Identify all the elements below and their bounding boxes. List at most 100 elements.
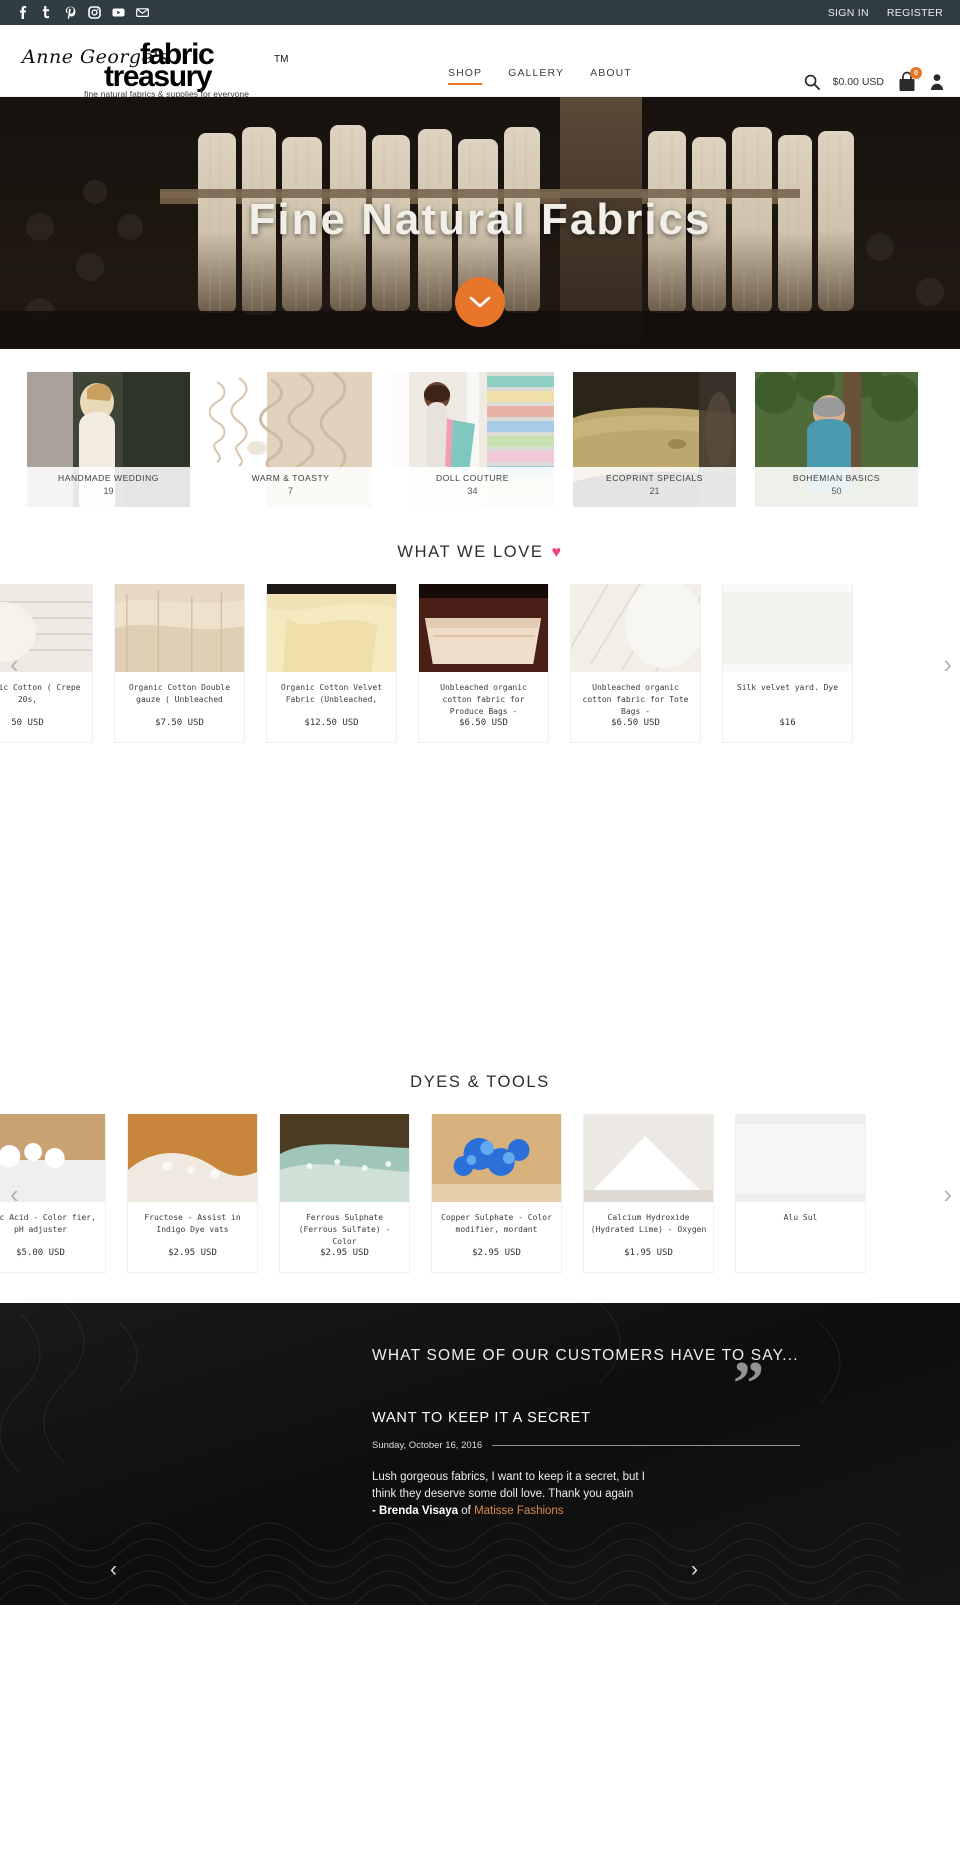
hero-title: Fine Natural Fabrics [248, 195, 712, 244]
carousel-track: aric Acid - Color fier, pH adjuster $5.0… [0, 1114, 960, 1273]
product-price: $16 [779, 718, 796, 728]
product-name: Organic Cotton Double gauze ( Unbleached [128, 683, 231, 704]
category-count: 19 [103, 486, 114, 496]
cart-button[interactable]: 0 [897, 67, 922, 93]
twitter-icon[interactable] [40, 6, 53, 19]
product-price: $7.50 USD [155, 718, 204, 728]
category-label: DOLL COUTURE 34 [391, 467, 554, 507]
product-card[interactable]: Alu Sul [735, 1114, 866, 1273]
category-tile-ecoprint-specials[interactable]: ECOPRINT SPECIALS 21 [573, 372, 736, 507]
quote-mark-icon: ” [733, 1350, 764, 1418]
product-image [432, 1114, 561, 1202]
what-we-love-carousel: ‹ › Organic Cotton ( Crepe 20s, 50 USD [0, 584, 960, 743]
product-name: Unbleached organic cotton fabric for Tot… [582, 683, 689, 716]
social-links [16, 6, 149, 19]
sign-in-link[interactable]: SIGN IN [828, 7, 869, 19]
logo-word-treasury: treasury [104, 60, 213, 93]
product-card[interactable]: Unbleached organic cotton fabric for Tot… [570, 584, 701, 743]
register-link[interactable]: REGISTER [887, 7, 943, 19]
product-image [280, 1114, 409, 1202]
category-label: WARM & TOASTY 7 [209, 467, 372, 507]
scroll-down-button[interactable] [455, 277, 505, 327]
carousel-prev-button[interactable]: ‹ [10, 1180, 26, 1208]
testimonials-heading: WHAT SOME OF OUR CUSTOMERS HAVE TO SAY..… [372, 1347, 799, 1364]
category-name: HANDMADE WEDDING [58, 473, 159, 483]
testimonial-next-button[interactable]: › [691, 1558, 698, 1582]
category-label: BOHEMIAN BASICS 50 [755, 467, 918, 507]
category-count: 50 [831, 486, 842, 496]
cart-total: $0.00 USD [832, 76, 884, 88]
product-card[interactable]: Calcium Hydroxide (Hydrated Lime) - Oxyg… [583, 1114, 714, 1273]
testimonial-company-link[interactable]: Matisse Fashions [474, 1505, 563, 1517]
testimonial-date: Sunday, October 16, 2016 [372, 1440, 483, 1451]
product-image [584, 1114, 713, 1202]
product-name: Unbleached organic cotton fabric for Pro… [440, 683, 527, 716]
testimonial-author-join: of [458, 1505, 475, 1517]
product-price: $12.50 USD [304, 718, 359, 728]
product-price: 50 USD [11, 718, 44, 728]
product-card[interactable]: Fructose - Assist in Indigo Dye vats $2.… [127, 1114, 258, 1273]
product-card[interactable]: Ferrous Sulphate (Ferrous Sulfate) - Col… [279, 1114, 410, 1273]
facebook-icon[interactable] [16, 6, 29, 19]
hero-banner: Fine Natural Fabrics [0, 97, 960, 349]
product-card[interactable]: Unbleached organic cotton fabric for Pro… [418, 584, 549, 743]
nav-item-about[interactable]: ABOUT [590, 67, 632, 85]
dateline-rule [492, 1445, 800, 1446]
category-name: DOLL COUTURE [436, 473, 509, 483]
category-label: HANDMADE WEDDING 19 [27, 467, 190, 507]
product-image [736, 1114, 865, 1202]
site-logo[interactable]: Anne George's fabric treasury TM fine na… [16, 29, 316, 100]
product-price: $6.50 USD [611, 718, 660, 728]
product-name: Calcium Hydroxide (Hydrated Lime) - Oxyg… [590, 1213, 707, 1234]
product-price: $6.50 USD [459, 718, 508, 728]
category-tiles: HANDMADE WEDDING 19 WARM & TOASTY 7 DOLL… [0, 349, 960, 507]
testimonials-section: WHAT SOME OF OUR CUSTOMERS HAVE TO SAY..… [0, 1303, 960, 1605]
product-card[interactable]: Copper Sulphate - Color modifier, mordan… [431, 1114, 562, 1273]
product-price: $1.95 USD [624, 1248, 673, 1258]
what-we-love-section: WHAT WE LOVE ♥ ‹ › Organic Cotton ( Crepe… [0, 543, 960, 743]
category-count: 34 [467, 486, 478, 496]
product-price: $5.00 USD [16, 1248, 65, 1258]
youtube-icon[interactable] [112, 6, 125, 19]
product-price: $2.95 USD [472, 1248, 521, 1258]
carousel-prev-button[interactable]: ‹ [10, 650, 26, 678]
category-label: ECOPRINT SPECIALS 21 [573, 467, 736, 507]
search-icon[interactable] [804, 74, 820, 90]
testimonial-title: WANT TO KEEP IT A SECRET [372, 1410, 591, 1426]
testimonials-content: WHAT SOME OF OUR CUSTOMERS HAVE TO SAY..… [0, 1303, 960, 1520]
product-name: Fructose - Assist in Indigo Dye vats [144, 1213, 241, 1234]
section-title-what-we-love: WHAT WE LOVE ♥ [0, 543, 960, 562]
category-tile-handmade-wedding[interactable]: HANDMADE WEDDING 19 [27, 372, 190, 507]
testimonial-prev-button[interactable]: ‹ [110, 1558, 117, 1582]
product-price: $2.95 USD [168, 1248, 217, 1258]
product-price: $2.95 USD [320, 1248, 369, 1258]
carousel-next-button[interactable]: › [936, 1180, 952, 1208]
site-header: Anne George's fabric treasury TM fine na… [0, 25, 960, 100]
testimonial-author: - Brenda Visaya [372, 1505, 459, 1517]
instagram-icon[interactable] [88, 6, 101, 19]
carousel-next-button[interactable]: › [936, 650, 952, 678]
product-card[interactable]: Organic Cotton Double gauze ( Unbleached… [114, 584, 245, 743]
nav-item-gallery[interactable]: GALLERY [508, 67, 564, 85]
testimonial-text: Lush gorgeous fabrics, I want to keep it… [372, 1471, 645, 1500]
account-icon[interactable] [930, 73, 944, 91]
category-count: 21 [649, 486, 660, 496]
nav-item-shop[interactable]: SHOP [448, 67, 483, 85]
category-tile-doll-couture[interactable]: DOLL COUTURE 34 [391, 372, 554, 507]
email-icon[interactable] [136, 6, 149, 19]
product-image [267, 584, 396, 672]
header-tools: $0.00 USD 0 [804, 67, 944, 93]
product-card[interactable]: Organic Cotton Velvet Fabric (Unbleached… [266, 584, 397, 743]
pinterest-icon[interactable] [64, 6, 77, 19]
product-name: Ferrous Sulphate (Ferrous Sulfate) - Col… [298, 1213, 391, 1246]
category-tile-warm-toasty[interactable]: WARM & TOASTY 7 [209, 372, 372, 507]
product-name: Organic Cotton Velvet Fabric (Unbleached… [280, 683, 383, 704]
product-price [736, 1248, 865, 1262]
category-tile-bohemian-basics[interactable]: BOHEMIAN BASICS 50 [755, 372, 918, 507]
product-image [571, 584, 700, 672]
product-image [115, 584, 244, 672]
product-image [723, 584, 852, 672]
product-image [419, 584, 548, 672]
main-navigation: SHOP GALLERY ABOUT [448, 67, 632, 85]
product-card[interactable]: Silk velvet yard. Dye $16 [722, 584, 853, 743]
